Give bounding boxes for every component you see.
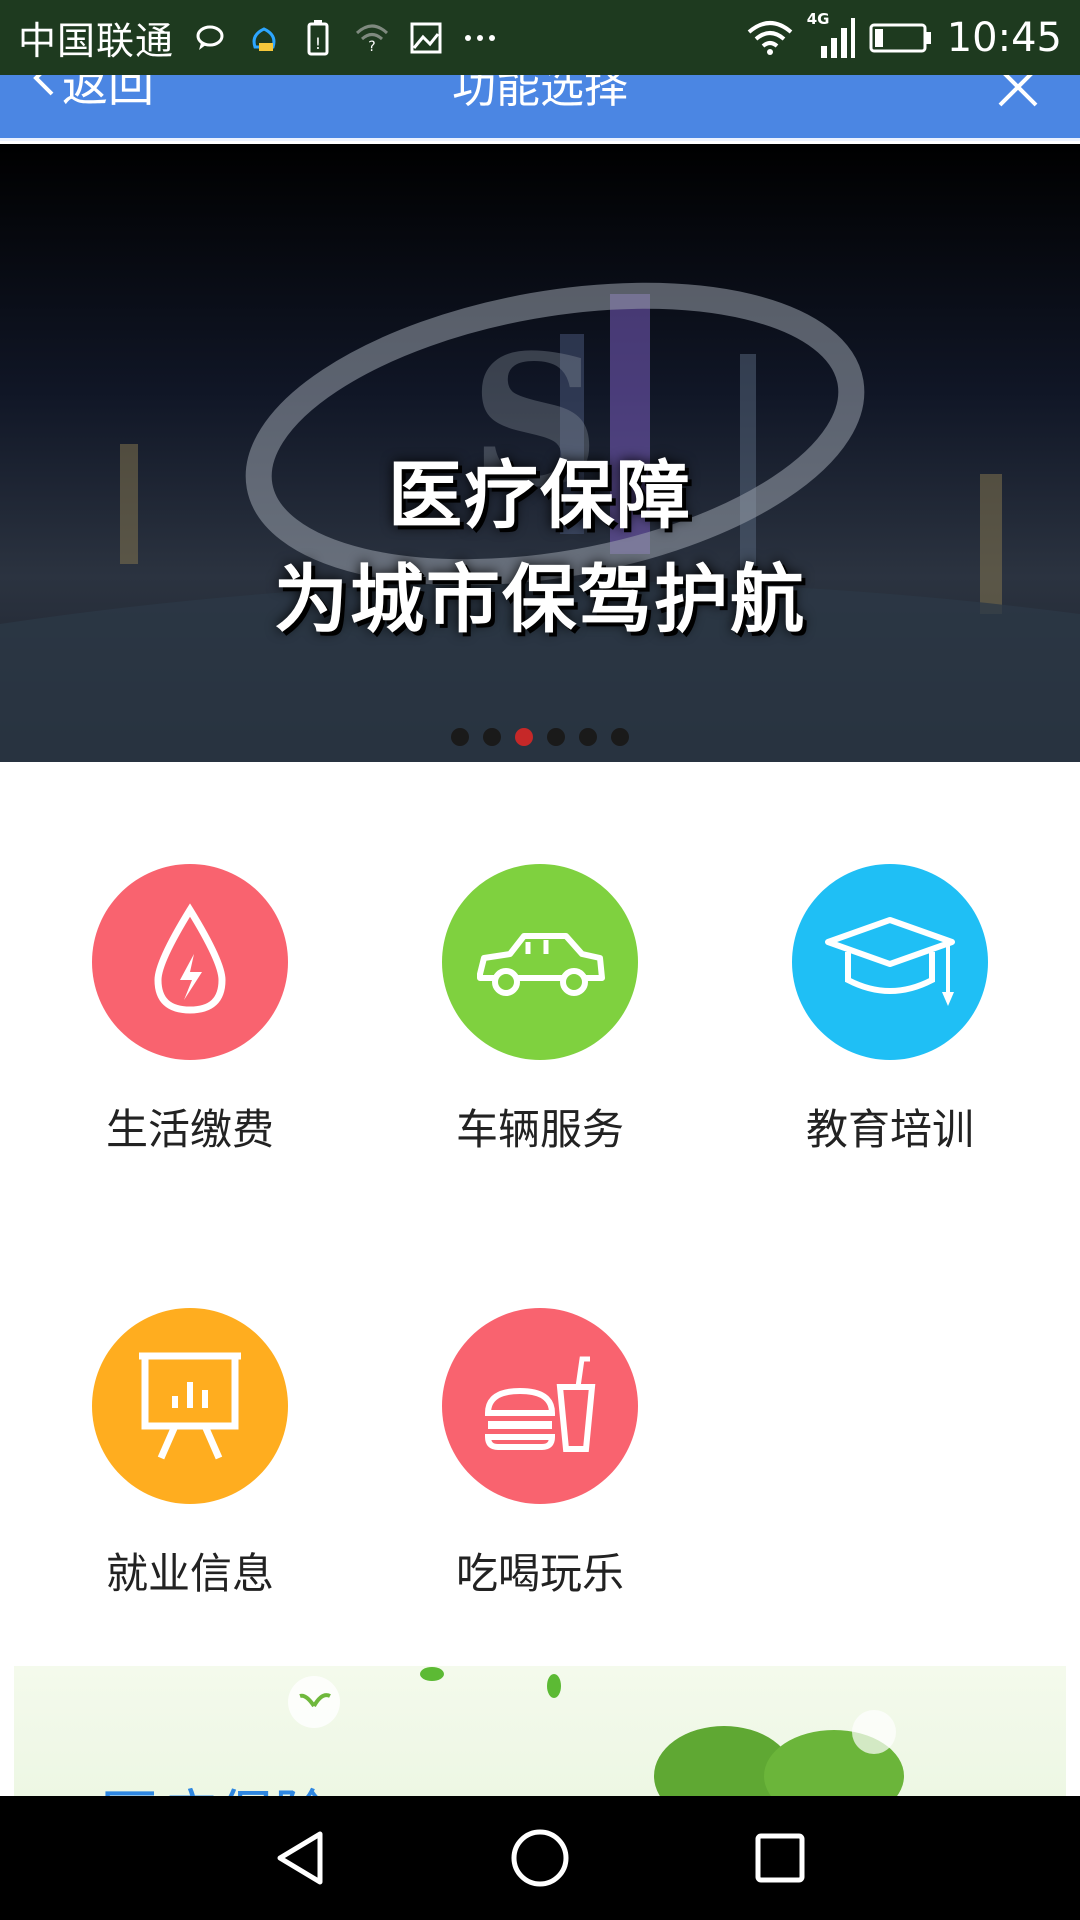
image-icon xyxy=(408,20,444,56)
carrier-name: 中国联通 xyxy=(18,19,175,63)
battery-icon xyxy=(869,20,933,56)
banner-line-1: 医疗保障 xyxy=(388,453,692,539)
more-icon xyxy=(462,20,498,56)
status-left: 中国联通 ! ? xyxy=(18,10,498,65)
close-button[interactable] xyxy=(996,75,1040,109)
back-triangle-icon xyxy=(277,1831,323,1885)
tile-life-payment[interactable]: 生活缴费 xyxy=(40,864,340,1157)
screen: 中国联通 ! ? 4G 10:45 返回 功能选择 S 医疗保障 为城市保驾护航… xyxy=(0,0,1080,1920)
svg-text:!: ! xyxy=(315,34,321,53)
signal-icon: 4G xyxy=(807,10,855,62)
recents-square-icon xyxy=(755,1833,805,1883)
home-circle-icon xyxy=(511,1829,569,1887)
cloud-icon xyxy=(246,20,282,56)
network-type: 4G xyxy=(806,9,830,28)
banner-headline: 医疗保障 为城市保驾护航 xyxy=(0,444,1080,652)
presentation-board-icon xyxy=(92,1308,288,1504)
navigation-bar xyxy=(0,1796,1080,1920)
carousel-dot[interactable] xyxy=(483,728,501,746)
tile-employment-info[interactable]: 就业信息 xyxy=(40,1308,340,1601)
promo-title: 医疗保险 xyxy=(100,1770,332,1796)
status-bar: 中国联通 ! ? 4G 10:45 xyxy=(0,0,1080,75)
title-bar: 返回 功能选择 xyxy=(0,75,1080,141)
nav-back-button[interactable] xyxy=(265,1823,335,1893)
tile-label: 教育培训 xyxy=(805,1105,974,1154)
carousel-dot[interactable] xyxy=(611,728,629,746)
close-icon xyxy=(998,75,1038,107)
burger-drink-icon xyxy=(442,1308,638,1504)
carousel-dot[interactable] xyxy=(547,728,565,746)
tile-food-entertainment[interactable]: 吃喝玩乐 xyxy=(390,1308,690,1601)
svg-text:?: ? xyxy=(368,39,375,53)
status-right: 4G 10:45 xyxy=(747,10,1062,62)
tile-label: 生活缴费 xyxy=(105,1105,274,1154)
carousel-dot[interactable] xyxy=(579,728,597,746)
nav-recents-button[interactable] xyxy=(745,1823,815,1893)
tile-label: 车辆服务 xyxy=(455,1105,624,1154)
wifi-icon xyxy=(747,20,793,56)
battery-saver-icon: ! xyxy=(300,19,336,56)
promo-banner-medical-insurance[interactable]: 医疗保险 xyxy=(14,1666,1066,1796)
banner-carousel[interactable]: S 医疗保障 为城市保驾护航 xyxy=(0,144,1080,762)
water-drop-lightning-icon xyxy=(92,864,288,1060)
carousel-dots xyxy=(0,728,1080,746)
tile-label: 就业信息 xyxy=(105,1549,274,1598)
wifi-question-icon: ? xyxy=(354,20,390,56)
graduation-cap-icon xyxy=(792,864,988,1060)
banner-line-2: 为城市保驾护航 xyxy=(274,557,806,643)
carousel-dot[interactable] xyxy=(451,728,469,746)
car-icon xyxy=(442,864,638,1060)
tile-label: 吃喝玩乐 xyxy=(455,1549,624,1598)
tile-vehicle-service[interactable]: 车辆服务 xyxy=(390,864,690,1157)
page-title: 功能选择 xyxy=(452,75,628,113)
carousel-dot-active[interactable] xyxy=(515,728,533,746)
status-time: 10:45 xyxy=(946,14,1062,61)
nav-home-button[interactable] xyxy=(505,1823,575,1893)
tile-education-training[interactable]: 教育培训 xyxy=(740,864,1040,1157)
chat-icon xyxy=(192,20,228,56)
function-grid: 生活缴费 车辆服务 教育培训 就业信息 吃喝玩乐 xyxy=(0,762,1080,1662)
